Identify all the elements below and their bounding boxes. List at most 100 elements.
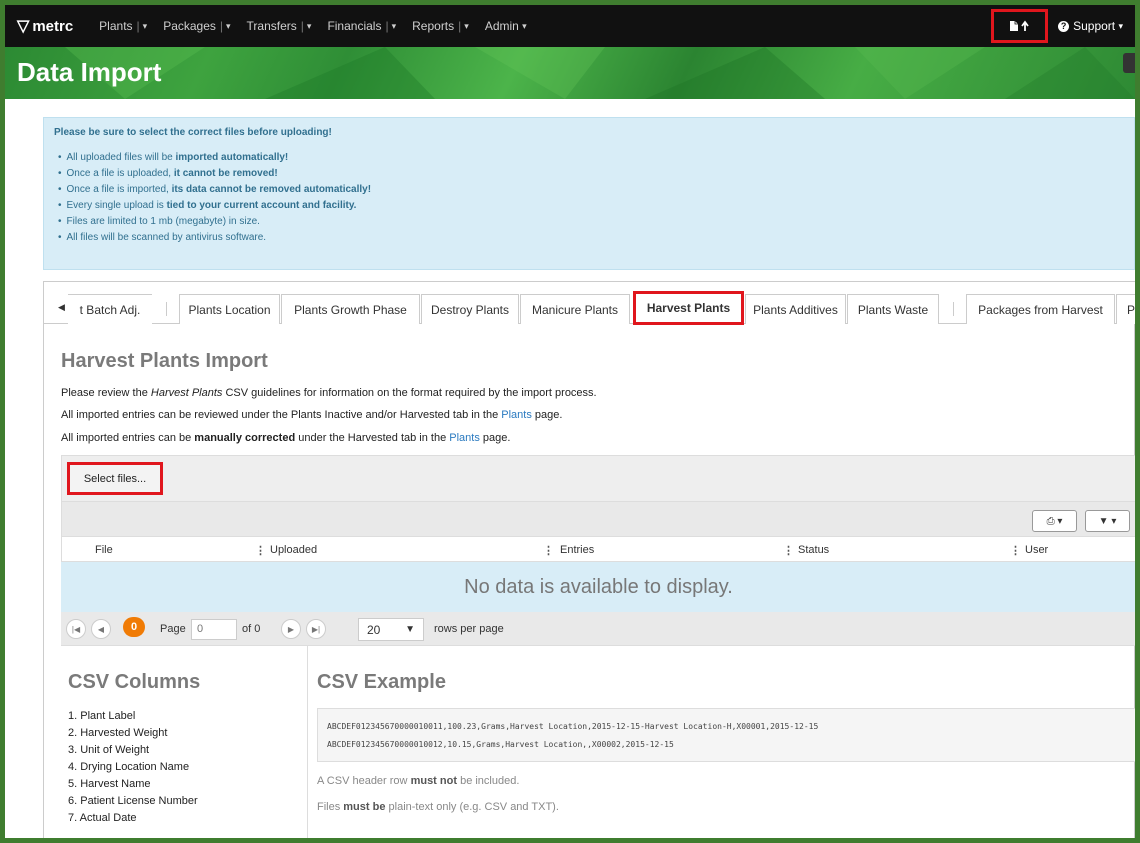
csv-column-item: 7. Actual Date [68, 812, 137, 824]
column-file[interactable]: File [95, 537, 113, 563]
print-button[interactable]: ⎙ ▾ [1032, 510, 1077, 532]
nav-item-packages[interactable]: Packages | ▾ [155, 5, 238, 47]
nav-item-admin[interactable]: Admin ▾ [477, 5, 535, 47]
caret-down-icon: ▾ [306, 20, 312, 31]
filter-button[interactable]: ▼ ▾ [1085, 510, 1130, 532]
data-import-button[interactable] [991, 9, 1049, 43]
file-upload-icon [1009, 20, 1029, 31]
column-menu-icon[interactable]: ⋮ [783, 537, 794, 563]
column-menu-icon[interactable]: ⋮ [255, 537, 266, 563]
columns-button[interactable] [1135, 510, 1140, 532]
page-size-select[interactable]: 20 ▼ [358, 618, 424, 641]
caret-down-icon: ▾ [1118, 20, 1123, 31]
csv-example-code: ABCDEF012345670000010011,100.23,Grams,Ha… [317, 708, 1135, 762]
grid-header: File ⋮ Uploaded ⋮ Entries ⋮ Status ⋮ Use… [61, 536, 1135, 563]
tabs-scroll-left-icon[interactable]: ◀ [58, 302, 65, 313]
last-page-icon[interactable]: ▶| [306, 619, 326, 639]
print-icon: ⎙ [1046, 515, 1055, 527]
column-user[interactable]: User [1025, 537, 1048, 563]
page-label: Page [160, 623, 186, 635]
next-page-icon[interactable]: ▶ [281, 619, 301, 639]
select-files-button[interactable]: Select files... [67, 462, 163, 495]
caret-down-icon: ▾ [522, 20, 527, 31]
support-menu[interactable]: ? Support ▾ [1054, 19, 1135, 33]
empty-grid-message: No data is available to display. [61, 562, 1135, 612]
csv-columns-section: CSV Columns 1. Plant Label 2. Harvested … [61, 646, 308, 838]
nav-item-reports[interactable]: Reports | ▾ [404, 5, 477, 47]
tab-plants-location[interactable]: Plants Location [179, 294, 280, 324]
nav-right: ? Support ▾ [991, 5, 1135, 47]
tab-more[interactable]: Pa [1116, 294, 1135, 324]
metrc-logo-icon: ▽ [17, 18, 30, 35]
tab-packages-from-harvest[interactable]: Packages from Harvest [966, 294, 1115, 324]
csv-format-note: Files must be plain-text only (e.g. CSV … [317, 801, 559, 813]
csv-column-item: 4. Drying Location Name [68, 761, 190, 773]
caret-down-icon: ▾ [226, 20, 231, 31]
tab-plants-additives[interactable]: Plants Additives [745, 294, 846, 324]
caret-down-icon: ▾ [1111, 515, 1117, 527]
nav-item-financials[interactable]: Financials | ▾ [319, 5, 404, 47]
record-count-badge: 0 [123, 617, 145, 637]
column-menu-icon[interactable]: ⋮ [1010, 537, 1021, 563]
rows-per-page-label: rows per page [434, 623, 504, 635]
tab-harvest-plants[interactable]: Harvest Plants [633, 291, 744, 325]
csv-example-title: CSV Example [317, 671, 446, 693]
csv-column-item: 3. Unit of Weight [68, 744, 150, 756]
alert-lead: Please be sure to select the correct fil… [54, 127, 332, 138]
caret-down-icon: ▾ [464, 20, 469, 31]
csv-columns-title: CSV Columns [68, 671, 201, 693]
prev-page-icon[interactable]: ◀ [91, 619, 111, 639]
review-text: All imported entries can be reviewed und… [61, 409, 563, 421]
caret-down-icon: ▾ [391, 20, 397, 31]
caret-down-icon: ▾ [1057, 515, 1063, 527]
banner-pattern [65, 47, 1135, 99]
page-number-input[interactable]: 0 [191, 619, 237, 640]
plants-link[interactable]: Plants [449, 432, 480, 444]
import-panel: ◀ t Batch Adj. Plants Location Plants Gr… [43, 281, 1135, 838]
csv-example-section: CSV Example ABCDEF012345670000010011,100… [309, 646, 1135, 838]
plants-link[interactable]: Plants [501, 409, 532, 421]
upload-warning-alert: Please be sure to select the correct fil… [43, 117, 1135, 270]
page-of-label: of 0 [242, 623, 261, 635]
alert-item: All files will be scanned by antivirus s… [54, 230, 1124, 246]
column-menu-icon[interactable]: ⋮ [543, 537, 554, 563]
tab-manicure-plants[interactable]: Manicure Plants [520, 294, 630, 324]
page-title: Data Import [17, 57, 162, 87]
tab-plants-waste[interactable]: Plants Waste [847, 294, 939, 324]
top-navbar: ▽ metrc Plants | ▾ Packages | ▾ Transfers | ▾ … [5, 5, 1135, 47]
grid-pager: |◀ ◀ 0 Page 0 of 0 ▶ ▶| 20 ▼ rows per pag… [61, 612, 1135, 646]
csv-column-item: 1. Plant Label [68, 710, 136, 722]
header-corner-button[interactable] [1123, 53, 1135, 73]
csv-columns-list: 1. Plant Label 2. Harvested Weight 3. Un… [68, 708, 198, 827]
tab-batch-adjustment[interactable]: t Batch Adj. [68, 294, 152, 324]
tab-plants-growth-phase[interactable]: Plants Growth Phase [281, 294, 420, 324]
upload-bar: Select files... [61, 455, 1135, 502]
grid-toolbar: ⎙ ▾ ▼ ▾ [61, 502, 1135, 536]
column-status[interactable]: Status [798, 537, 829, 563]
app-frame: ▽ metrc Plants | ▾ Packages | ▾ Transfers | ▾ … [0, 0, 1140, 843]
nav-item-transfers[interactable]: Transfers | ▾ [239, 5, 320, 47]
filter-icon: ▼ [1098, 515, 1109, 527]
csv-column-item: 2. Harvested Weight [68, 727, 168, 739]
logo-text: metrc [32, 17, 74, 35]
caret-down-icon: ▼ [405, 624, 415, 635]
guideline-text: Please review the Harvest Plants CSV gui… [61, 387, 597, 399]
column-entries[interactable]: Entries [560, 537, 594, 563]
section-title: Harvest Plants Import [61, 350, 268, 372]
first-page-icon[interactable]: |◀ [66, 619, 86, 639]
alert-item: All uploaded files will be imported auto… [54, 150, 1124, 166]
metrc-logo[interactable]: ▽ metrc [5, 16, 91, 36]
alert-item: Files are limited to 1 mb (megabyte) in … [54, 214, 1124, 230]
page-header-banner: Data Import [5, 47, 1135, 99]
alert-item: Once a file is uploaded, it cannot be re… [54, 166, 1124, 182]
alert-item: Once a file is imported, its data cannot… [54, 182, 1124, 198]
csv-column-item: 5. Harvest Name [68, 778, 151, 790]
caret-down-icon: ▾ [142, 20, 148, 31]
csv-example-line: ABCDEF012345670000010011,100.23,Grams,Ha… [327, 722, 819, 731]
nav-item-plants[interactable]: Plants | ▾ [91, 5, 155, 47]
column-uploaded[interactable]: Uploaded [270, 537, 317, 563]
alert-list: All uploaded files will be imported auto… [54, 150, 1124, 246]
import-tabs: ◀ t Batch Adj. Plants Location Plants Gr… [44, 282, 1135, 325]
tab-destroy-plants[interactable]: Destroy Plants [421, 294, 519, 324]
alert-item: Every single upload is tied to your curr… [54, 198, 1124, 214]
